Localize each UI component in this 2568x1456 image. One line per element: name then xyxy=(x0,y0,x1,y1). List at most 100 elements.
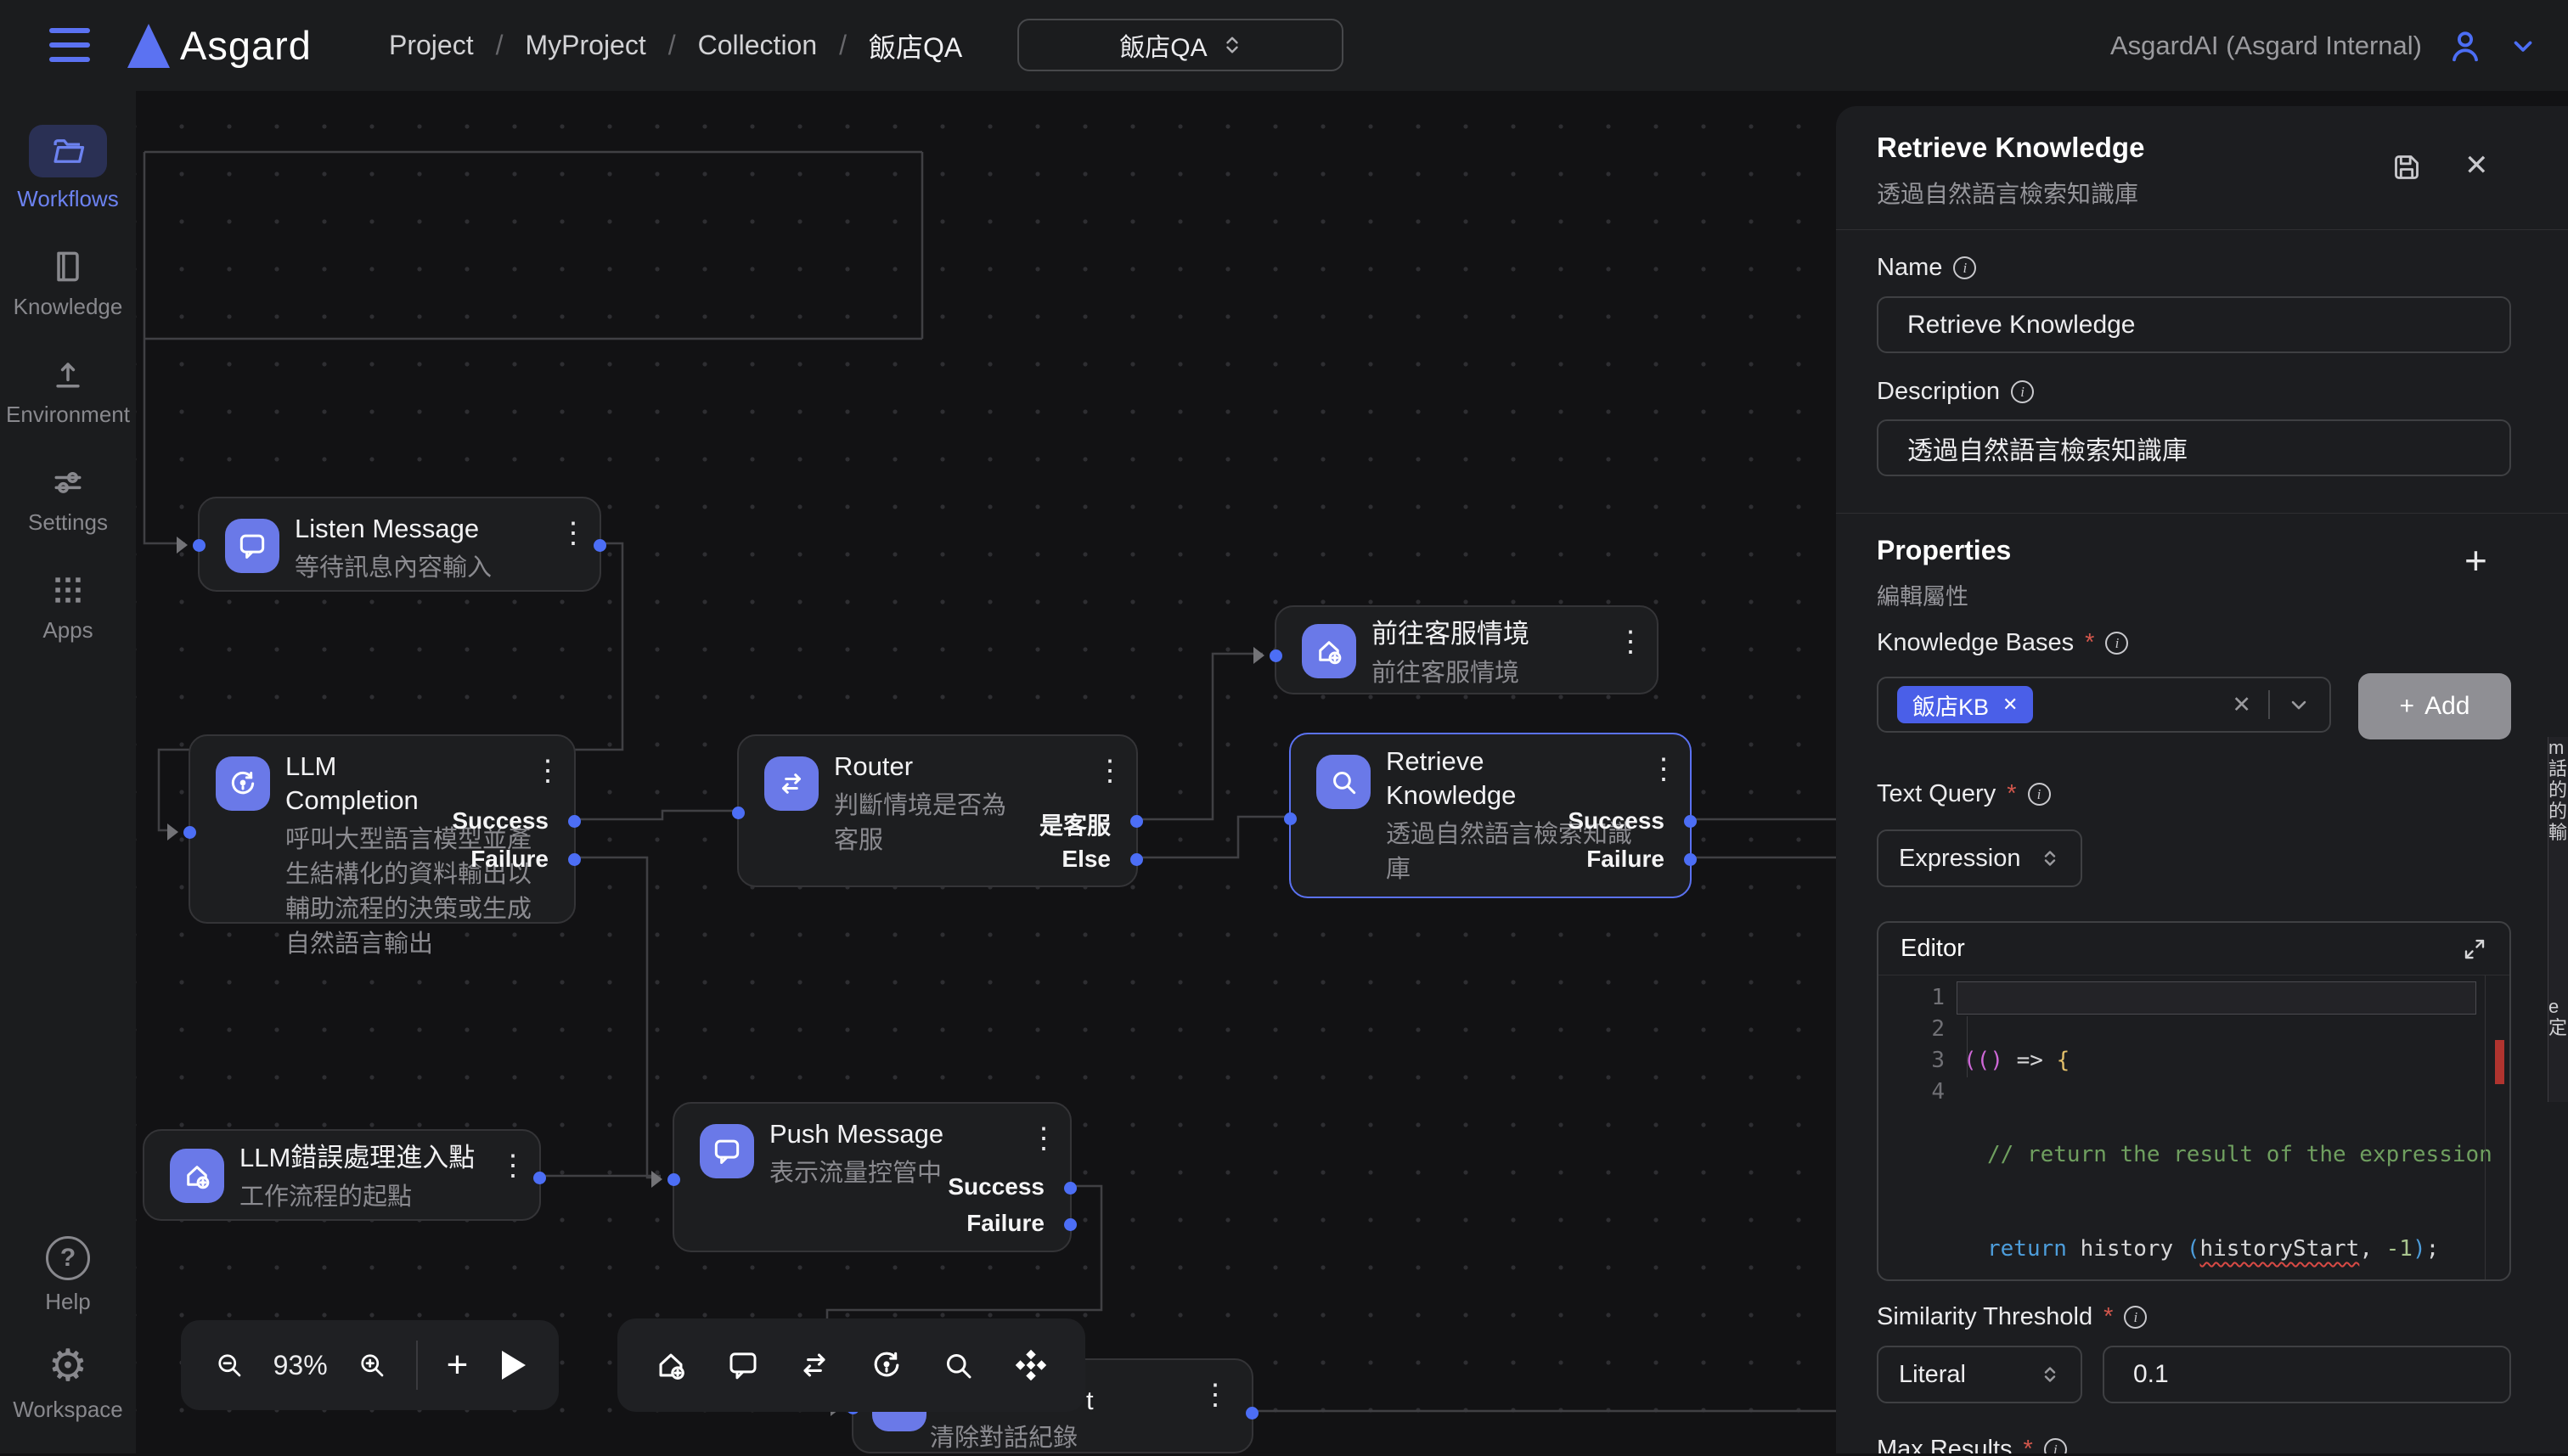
input-port[interactable] xyxy=(193,539,206,552)
node-listen-message[interactable]: Listen Message 等待訊息內容輸入 ⋮ xyxy=(198,497,601,592)
sidebar-item-knowledge[interactable]: Knowledge xyxy=(14,248,123,320)
input-port[interactable] xyxy=(183,826,196,839)
node-menu-button[interactable]: ⋮ xyxy=(498,1151,515,1180)
add-knowledge-base-button[interactable]: +Add xyxy=(2358,673,2511,739)
output-port-success[interactable] xyxy=(568,815,581,828)
run-workflow-button[interactable] xyxy=(502,1351,526,1380)
integrations-move-icon[interactable] xyxy=(1011,1346,1050,1385)
sidebar-item-environment[interactable]: Environment xyxy=(6,356,130,428)
properties-subtitle: 編輯屬性 xyxy=(1877,578,1968,611)
plus-icon: + xyxy=(2400,692,2415,721)
zoom-out-button[interactable] xyxy=(214,1350,245,1380)
kb-chip[interactable]: 飯店KB✕ xyxy=(1897,686,2033,723)
input-port[interactable] xyxy=(667,1173,680,1186)
scene-house-plus-icon[interactable] xyxy=(652,1346,690,1384)
select-updown-icon xyxy=(1223,34,1242,56)
chevron-down-icon[interactable] xyxy=(2287,693,2311,717)
node-menu-button[interactable]: ⋮ xyxy=(1095,756,1112,785)
upload-icon xyxy=(49,356,87,393)
output-port-else[interactable] xyxy=(1130,853,1143,866)
node-menu-button[interactable]: ⋮ xyxy=(1649,755,1666,784)
output-port[interactable] xyxy=(533,1172,546,1184)
node-menu-button[interactable]: ⋮ xyxy=(533,756,550,785)
router-arrows-icon[interactable] xyxy=(796,1346,833,1384)
node-title: LLM錯誤處理進入點 xyxy=(239,1141,497,1175)
code-area[interactable]: 1 2 3 4 (() => { // return the result of… xyxy=(1878,975,2509,1279)
line-numbers: 1 2 3 4 xyxy=(1878,982,1945,1108)
node-llm-error-entry[interactable]: LLM錯誤處理進入點 工作流程的起點 ⋮ xyxy=(143,1129,541,1221)
output-port-failure[interactable] xyxy=(1064,1218,1077,1231)
name-field[interactable]: Retrieve Knowledge xyxy=(1877,296,2511,353)
node-menu-button[interactable]: ⋮ xyxy=(1201,1380,1218,1409)
section-divider xyxy=(1836,513,2568,514)
search-icon[interactable] xyxy=(940,1347,976,1383)
node-menu-button[interactable]: ⋮ xyxy=(1616,627,1633,656)
text-query-mode-select[interactable]: Expression xyxy=(1877,829,2082,887)
node-menu-button[interactable]: ⋮ xyxy=(559,519,576,548)
output-port[interactable] xyxy=(1246,1407,1259,1419)
output-label-is-cs: 是客服 xyxy=(1039,807,1111,841)
breadcrumb-myproject[interactable]: MyProject xyxy=(525,30,645,61)
select-divider xyxy=(2268,690,2270,719)
input-port[interactable] xyxy=(732,807,745,819)
name-field-label: Namei xyxy=(1877,254,1976,282)
knowledge-bases-select[interactable]: 飯店KB✕ ✕ xyxy=(1877,677,2331,733)
output-port-success[interactable] xyxy=(1684,815,1697,828)
overview-ruler xyxy=(2485,975,2486,1279)
info-icon: i xyxy=(2044,1438,2067,1453)
input-arrow-icon xyxy=(1253,647,1264,664)
input-port[interactable] xyxy=(1284,812,1297,825)
node-llm-completion[interactable]: LLM Completion 呼叫大型語言模型並產生結構化的資料輸出以輔助流程的… xyxy=(189,734,576,924)
expand-icon[interactable] xyxy=(2462,936,2487,962)
node-goto-cs-scene[interactable]: 前往客服情境 前往客服情境 ⋮ xyxy=(1275,605,1658,694)
input-port[interactable] xyxy=(1270,649,1282,662)
zoom-in-button[interactable] xyxy=(357,1350,387,1380)
close-icon[interactable]: ✕ xyxy=(2464,149,2489,183)
chip-remove-icon[interactable]: ✕ xyxy=(2002,694,2018,716)
node-palette-toolbar xyxy=(617,1318,1085,1412)
node-retrieve-knowledge[interactable]: Retrieve Knowledge 透過自然語言檢索知識庫 ⋮ Success… xyxy=(1289,733,1692,898)
sidebar-item-settings[interactable]: Settings xyxy=(28,464,108,536)
output-port-failure[interactable] xyxy=(568,853,581,866)
workflow-select[interactable]: 飯店QA xyxy=(1017,19,1343,71)
clipped-tooltip-fragment: m 話 的 的 輸 e 定 xyxy=(2548,737,2568,1102)
router-arrows-icon xyxy=(764,756,819,811)
add-node-button[interactable]: + xyxy=(447,1346,469,1384)
sidebar-item-help[interactable]: ? Help xyxy=(45,1236,90,1315)
menu-icon[interactable] xyxy=(49,28,90,62)
text-query-label: Text Query*i xyxy=(1877,780,2051,808)
sidebar-item-workspace[interactable]: ⚙ Workspace xyxy=(13,1344,123,1423)
add-property-button[interactable]: + xyxy=(2464,541,2487,580)
node-push-message[interactable]: Push Message 表示流量控管中 ⋮ Success Failure xyxy=(673,1102,1072,1252)
error-marker xyxy=(2495,1040,2504,1084)
sidebar-item-workflows[interactable]: Workflows xyxy=(17,125,118,212)
output-port[interactable] xyxy=(594,539,606,552)
asgard-logo-icon xyxy=(127,24,170,68)
similarity-value-field[interactable]: 0.1 xyxy=(2103,1346,2511,1403)
expression-editor[interactable]: Editor 1 2 3 4 (() => { // return the re… xyxy=(1877,921,2511,1281)
chevron-down-icon[interactable] xyxy=(2509,31,2537,60)
output-port-is-cs[interactable] xyxy=(1130,815,1143,828)
ai-completion-icon[interactable] xyxy=(868,1346,905,1384)
description-field[interactable]: 透過自然語言檢索知識庫 xyxy=(1877,419,2511,476)
breadcrumb-project[interactable]: Project xyxy=(389,30,474,61)
node-menu-button[interactable]: ⋮ xyxy=(1029,1124,1046,1153)
node-subtitle: 呼叫大型語言模型並產生結構化的資料輸出以輔助流程的決策或生成自然語言輸出 xyxy=(285,823,554,962)
node-subtitle: 工作流程的起點 xyxy=(239,1180,497,1215)
similarity-mode-select[interactable]: Literal xyxy=(1877,1346,2082,1403)
brand-name: Asgard xyxy=(180,22,312,69)
breadcrumb-collection[interactable]: Collection xyxy=(698,30,818,61)
info-icon: i xyxy=(2028,783,2051,806)
node-subtitle: 清除對話紀錄 xyxy=(930,1421,1078,1456)
node-subtitle: 等待訊息內容輸入 xyxy=(295,551,557,586)
inspector-subtitle: 透過自然語言檢索知識庫 xyxy=(1877,176,2138,210)
node-router[interactable]: Router 判斷情境是否為客服 ⋮ 是客服 Else xyxy=(737,734,1138,887)
chat-bubble-icon[interactable] xyxy=(725,1347,761,1383)
clear-selection-icon[interactable]: ✕ xyxy=(2232,692,2251,718)
description-field-label: Descriptioni xyxy=(1877,378,2034,406)
save-icon[interactable] xyxy=(2390,150,2424,184)
output-port-success[interactable] xyxy=(1064,1182,1077,1195)
sidebar-item-apps[interactable]: Apps xyxy=(42,571,93,644)
user-icon[interactable] xyxy=(2446,26,2485,65)
output-port-failure[interactable] xyxy=(1684,853,1697,866)
